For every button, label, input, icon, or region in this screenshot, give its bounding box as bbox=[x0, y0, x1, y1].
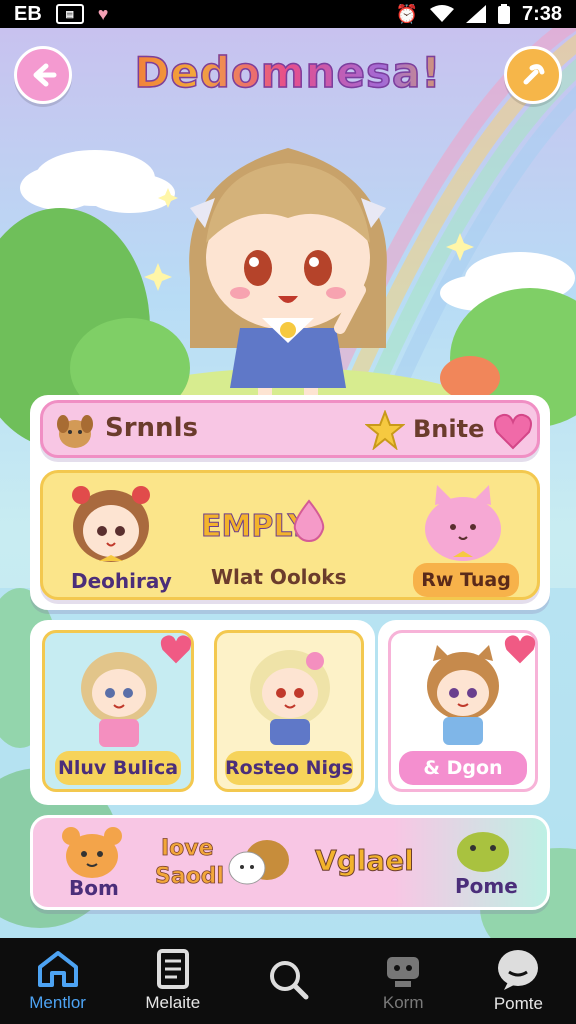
character-card[interactable]: Rosteo Nigs bbox=[214, 630, 364, 792]
search-icon bbox=[270, 961, 309, 1000]
character-caption: Nluv Bulica bbox=[55, 751, 181, 785]
wifi-icon bbox=[429, 5, 454, 22]
news-icon: ▤ bbox=[55, 4, 84, 24]
status-time: 7:38 bbox=[521, 2, 562, 25]
back-button[interactable] bbox=[14, 46, 72, 104]
chat-icon bbox=[498, 950, 539, 990]
character-caption: & Dgon bbox=[399, 751, 527, 785]
bear-icon bbox=[62, 827, 122, 878]
signal-icon bbox=[465, 5, 486, 23]
battery-icon bbox=[497, 4, 510, 24]
nav-item-document[interactable]: Melaite bbox=[115, 938, 230, 1024]
arrow-left-icon bbox=[33, 63, 57, 87]
nav-label: Mentlor bbox=[29, 993, 86, 1012]
bottom-far-label: Pome bbox=[455, 874, 518, 898]
document-icon bbox=[156, 949, 189, 989]
heart-icon: ♥ bbox=[97, 3, 109, 24]
featured-left-caption: Deohiray bbox=[71, 569, 172, 593]
puppy-icon bbox=[57, 415, 93, 448]
character-card[interactable]: & Dgon bbox=[388, 630, 538, 792]
status-bar: EB ▤ ♥ ⏰ 7:38 bbox=[0, 0, 576, 28]
bottom-center-line2: Saodl bbox=[155, 864, 225, 890]
featured-banner[interactable]: Deohiray EMPLY Wlat Ooloks Rw Tuag bbox=[40, 470, 540, 600]
nav-item-search[interactable] bbox=[230, 938, 345, 1024]
cat-icon bbox=[425, 485, 501, 561]
home-icon bbox=[37, 951, 78, 987]
bottom-left-label: Bom bbox=[69, 876, 119, 900]
girl-avatar bbox=[81, 652, 157, 747]
star-icon bbox=[365, 410, 405, 450]
top-bar-left-label: Srnnls bbox=[105, 413, 198, 443]
fox-girl-avatar bbox=[427, 645, 499, 745]
page-title: Dedomnesa! bbox=[100, 47, 476, 98]
character-caption: Rosteo Nigs bbox=[225, 751, 353, 785]
featured-right-caption[interactable]: Rw Tuag bbox=[413, 563, 519, 597]
nav-label: Melaite bbox=[145, 993, 201, 1012]
frog-icon bbox=[457, 832, 509, 872]
nav-label: Korm bbox=[382, 993, 424, 1012]
bottom-banner[interactable]: Bom Iove Saodl Vglael Pome bbox=[30, 815, 550, 910]
nav-label: Pomte bbox=[493, 994, 543, 1013]
heart-icon bbox=[494, 413, 532, 450]
drop-icon bbox=[293, 499, 325, 543]
girl-avatar bbox=[250, 650, 330, 745]
character-card[interactable]: Nluv Bulica bbox=[42, 630, 194, 792]
nav-item-chat[interactable]: Pomte bbox=[461, 938, 576, 1024]
status-left-text: EB bbox=[14, 2, 42, 25]
top-bar-right-label: Bnite bbox=[413, 415, 485, 443]
bottom-center-line1: Iove bbox=[161, 836, 214, 862]
girl-avatar-left bbox=[72, 486, 150, 562]
action-button[interactable] bbox=[504, 46, 562, 104]
nav-item-robot[interactable]: Korm bbox=[346, 938, 461, 1024]
alarm-icon: ⏰ bbox=[395, 3, 418, 24]
robot-icon bbox=[387, 957, 420, 987]
bottom-navigation: Mentlor Melaite Korm Pomte bbox=[0, 938, 576, 1024]
wrench-icon bbox=[523, 64, 545, 85]
bottom-right-label: Vglael bbox=[315, 844, 415, 878]
featured-center-caption: Wlat Ooloks bbox=[211, 565, 347, 589]
nav-item-home[interactable]: Mentlor bbox=[0, 938, 115, 1024]
pets-icon bbox=[228, 840, 289, 885]
top-bar[interactable]: Srnnls Bnite bbox=[40, 400, 540, 458]
